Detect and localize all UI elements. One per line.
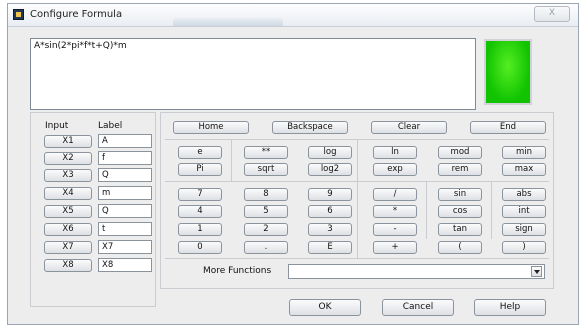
clear-button[interactable]: Clear xyxy=(371,121,447,134)
input-x2-button[interactable]: X2 xyxy=(44,152,92,165)
tan-button[interactable]: tan xyxy=(438,223,482,236)
separator-line xyxy=(231,140,232,181)
decimal-point-button[interactable]: . xyxy=(244,241,288,254)
label-x4-field[interactable]: m xyxy=(98,186,152,200)
label-x8-field[interactable]: X8 xyxy=(98,258,152,272)
title-bar: Configure Formula X xyxy=(8,4,578,27)
multiply-button[interactable]: * xyxy=(373,205,417,218)
left-paren-button[interactable]: ( xyxy=(438,241,482,254)
ln-button[interactable]: ln xyxy=(373,146,417,159)
label-x6-field[interactable]: t xyxy=(98,222,152,236)
separator-line xyxy=(165,258,549,259)
cancel-button[interactable]: Cancel xyxy=(382,299,454,316)
input-x8-button[interactable]: X8 xyxy=(44,259,92,272)
divide-button[interactable]: / xyxy=(373,188,417,201)
plus-button[interactable]: + xyxy=(373,241,417,254)
sqrt-button[interactable]: sqrt xyxy=(244,163,288,176)
digit-1-button[interactable]: 1 xyxy=(178,223,222,236)
more-functions-label: More Functions xyxy=(203,266,272,276)
input-x3-button[interactable]: X3 xyxy=(44,169,92,182)
label-x7-field[interactable]: X7 xyxy=(98,240,152,254)
input-x1-button[interactable]: X1 xyxy=(44,135,92,148)
cos-button[interactable]: cos xyxy=(438,205,482,218)
sign-button[interactable]: sign xyxy=(502,223,546,236)
backspace-button[interactable]: Backspace xyxy=(272,121,348,134)
formula-status-indicator xyxy=(484,39,532,105)
home-button[interactable]: Home xyxy=(173,121,249,134)
label-x1-field[interactable]: A xyxy=(98,134,152,148)
digit-2-button[interactable]: 2 xyxy=(244,223,288,236)
more-functions-dropdown[interactable] xyxy=(288,264,545,279)
digit-8-button[interactable]: 8 xyxy=(244,188,288,201)
label-x3-field[interactable]: Q xyxy=(98,168,152,182)
abs-button[interactable]: abs xyxy=(502,188,546,201)
digit-6-button[interactable]: 6 xyxy=(308,205,352,218)
max-button[interactable]: max xyxy=(502,163,546,176)
log2-button[interactable]: log2 xyxy=(308,163,352,176)
input-x4-button[interactable]: X4 xyxy=(44,187,92,200)
separator-line xyxy=(357,140,358,181)
power-button[interactable]: ** xyxy=(244,146,288,159)
input-x6-button[interactable]: X6 xyxy=(44,223,92,236)
digit-7-button[interactable]: 7 xyxy=(178,188,222,201)
e-button[interactable]: e xyxy=(178,146,222,159)
min-button[interactable]: min xyxy=(502,146,546,159)
digit-5-button[interactable]: 5 xyxy=(244,205,288,218)
window-title: Configure Formula xyxy=(30,9,123,20)
separator-line xyxy=(491,182,492,239)
label-x5-field[interactable]: Q xyxy=(98,204,152,218)
exponent-e-button[interactable]: E xyxy=(308,241,352,254)
digit-3-button[interactable]: 3 xyxy=(308,223,352,236)
digit-9-button[interactable]: 9 xyxy=(308,188,352,201)
sin-button[interactable]: sin xyxy=(438,188,482,201)
close-button[interactable]: X xyxy=(534,6,570,22)
title-bar-highlight xyxy=(173,18,283,26)
ok-button[interactable]: OK xyxy=(289,299,361,316)
input-x5-button[interactable]: X5 xyxy=(44,205,92,218)
label-column-header: Label xyxy=(98,121,123,131)
log-button[interactable]: log xyxy=(308,146,352,159)
right-paren-button[interactable]: ) xyxy=(502,241,546,254)
digit-0-button[interactable]: 0 xyxy=(178,241,222,254)
mod-button[interactable]: mod xyxy=(438,146,482,159)
end-button[interactable]: End xyxy=(470,121,546,134)
separator-line xyxy=(426,182,427,239)
formula-input[interactable]: A*sin(2*pi*f*t+Q)*m xyxy=(30,38,476,110)
input-x7-button[interactable]: X7 xyxy=(44,241,92,254)
pi-button[interactable]: Pi xyxy=(178,163,222,176)
help-button[interactable]: Help xyxy=(474,299,546,316)
exp-button[interactable]: exp xyxy=(373,163,417,176)
minus-button[interactable]: - xyxy=(373,223,417,236)
separator-line xyxy=(357,182,358,258)
int-button[interactable]: int xyxy=(502,205,546,218)
input-column-header: Input xyxy=(45,121,69,131)
app-icon xyxy=(13,9,24,20)
rem-button[interactable]: rem xyxy=(438,163,482,176)
label-x2-field[interactable]: f xyxy=(98,151,152,165)
chevron-down-icon[interactable] xyxy=(531,266,542,277)
digit-4-button[interactable]: 4 xyxy=(178,205,222,218)
